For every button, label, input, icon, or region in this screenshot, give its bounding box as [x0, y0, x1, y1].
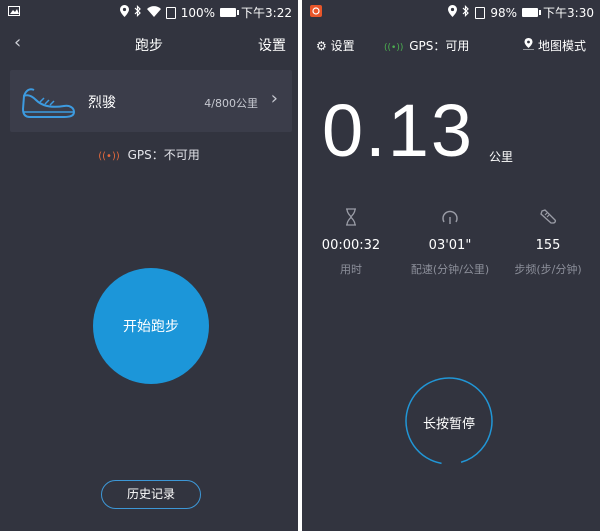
battery-icon [220, 8, 240, 17]
stat-pace: 03'01" 配速(分钟/公里) [400, 208, 500, 277]
speedometer-icon [400, 208, 500, 228]
app-notification-icon [310, 5, 322, 20]
stat-value: 00:00:32 [321, 238, 381, 253]
chevron-right-icon: › [270, 88, 278, 109]
location-icon [448, 5, 458, 20]
battery-icon [522, 8, 542, 17]
bluetooth-icon [134, 5, 142, 20]
sim-card-icon [165, 6, 176, 19]
stat-cadence: 155 步频(步/分钟) [498, 208, 598, 277]
gps-status-label: GPS：可用 [409, 39, 470, 53]
battery-percent: 98% [490, 5, 518, 20]
stat-value: 155 [535, 238, 561, 253]
gps-signal-icon: ((•)) [384, 43, 404, 53]
map-mode-button[interactable]: 地图模式 [523, 37, 586, 54]
gps-status: ((•)) GPS：可用 [384, 37, 469, 54]
hourglass-icon [302, 208, 401, 228]
settings-button[interactable]: 设置 [258, 35, 286, 55]
stat-label: 用时 [340, 263, 362, 276]
history-button[interactable]: 历史记录 [101, 480, 201, 509]
run-header: ⚙ 设置 ((•)) GPS：可用 地图模式 [302, 28, 600, 60]
status-bar: 100% 下午3:22 [0, 0, 298, 24]
hold-to-pause-button[interactable]: 长按暂停 [404, 413, 494, 432]
sim-card-icon [475, 6, 486, 19]
stat-label: 配速(分钟/公里) [410, 263, 490, 276]
location-icon [119, 5, 129, 20]
start-run-label: 开始跑步 [123, 319, 179, 335]
battery-percent: 100% [180, 5, 216, 20]
page-title: 跑步 [135, 38, 163, 54]
gallery-notification-icon [8, 5, 20, 19]
map-mode-label: 地图模式 [537, 39, 586, 53]
shoe-card[interactable]: 烈骏 4/800公里 › [10, 70, 292, 132]
shoe-distance: 4/800公里 [204, 97, 258, 110]
distance-unit: 公里 [489, 150, 514, 164]
right-screen: 98% 下午3:30 ⚙ 设置 ((•)) GPS：可用 地图模式 0.13 公… [302, 0, 600, 531]
map-pin-icon [523, 38, 538, 53]
clock: 下午3:30 [543, 6, 594, 20]
stat-label: 步频(步/分钟) [514, 263, 582, 276]
gps-status-label: GPS：不可用 [127, 148, 200, 162]
shoe-icon [20, 82, 76, 124]
status-bar: 98% 下午3:30 [302, 0, 600, 24]
shoe-name: 烈骏 [88, 95, 116, 111]
app-header: ‹ 跑步 设置 [0, 28, 298, 60]
gear-icon: ⚙ [316, 39, 327, 53]
start-run-button[interactable]: 开始跑步 [93, 268, 209, 384]
gps-signal-icon: ((•)) [98, 151, 120, 162]
wifi-icon [146, 5, 161, 20]
shoe-icon [498, 208, 598, 228]
settings-button[interactable]: ⚙ 设置 [316, 37, 355, 54]
left-screen: 100% 下午3:22 ‹ 跑步 设置 烈骏 4/800公里 › ((•)) G… [0, 0, 298, 531]
bluetooth-icon [462, 5, 470, 20]
clock: 下午3:22 [241, 6, 292, 20]
settings-label: 设置 [330, 39, 355, 53]
stat-value: 03'01" [428, 238, 472, 253]
stat-duration: 00:00:32 用时 [302, 208, 401, 277]
gps-status: ((•)) GPS：不可用 [0, 146, 298, 163]
distance-value: 0.13 [322, 89, 475, 172]
